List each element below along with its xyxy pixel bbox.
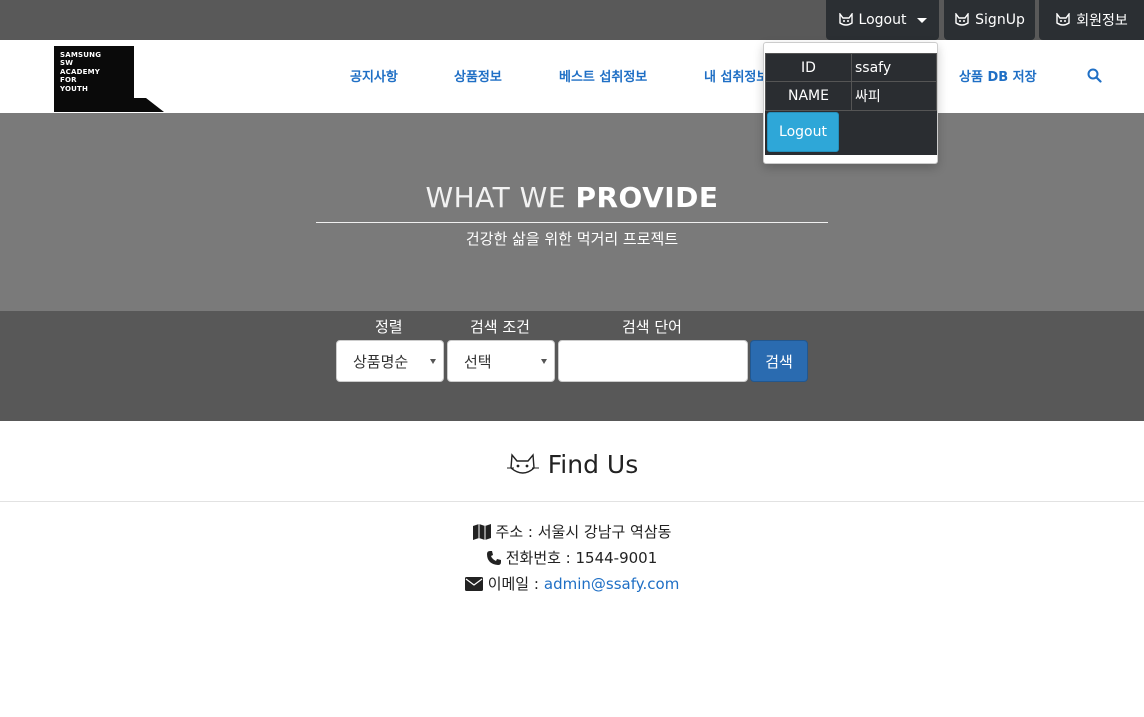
signup-button[interactable]: SignUp: [944, 0, 1035, 40]
name-label-cell: NAME: [765, 81, 852, 111]
search-panel: 정렬 검색 조건 검색 단어 상품명순 선택 검색: [0, 311, 1144, 421]
nav-product-db-save[interactable]: 상품 DB 저장: [959, 66, 1037, 85]
cat-icon: [1056, 13, 1070, 26]
select-arrow-icon: [430, 359, 436, 364]
logo-text: SAMSUNG SW ACADEMY FOR YOUTH: [60, 51, 102, 93]
user-info-table: ID ssafy NAME 싸피 Logout: [765, 53, 937, 155]
phone-line: 전화번호 : 1544-9001: [0, 547, 1144, 568]
keyword-label: 검색 단어: [622, 318, 682, 336]
member-info-button[interactable]: 회원정보: [1039, 0, 1144, 40]
hero-title: WHAT WE PROVIDE: [425, 181, 719, 214]
search-icon[interactable]: [1087, 68, 1102, 83]
dropdown-logout-button[interactable]: Logout: [767, 112, 839, 152]
cat-icon: [506, 452, 539, 474]
condition-select[interactable]: 선택: [447, 340, 555, 382]
phone-icon: [486, 550, 501, 565]
nav-notice[interactable]: 공지사항: [350, 66, 398, 85]
hero-banner: WHAT WE PROVIDE 건강한 삶을 위한 먹거리 프로젝트: [0, 113, 1144, 311]
find-us-divider: [0, 501, 1144, 502]
caret-down-icon: [917, 17, 928, 23]
hero-divider: [316, 222, 828, 223]
cat-icon: [955, 13, 969, 26]
nav-product-info[interactable]: 상품정보: [454, 66, 502, 85]
id-label-cell: ID: [765, 53, 852, 82]
hero-subtitle: 건강한 삶을 위한 먹거리 프로젝트: [465, 230, 679, 248]
search-button[interactable]: 검색: [750, 340, 808, 382]
address-line: 주소 : 서울시 강남구 역삼동: [0, 521, 1144, 542]
user-info-dropdown: ID ssafy NAME 싸피 Logout: [763, 42, 938, 164]
nav-my-intake[interactable]: 내 섭취정보: [704, 66, 768, 85]
ssafy-logo[interactable]: SAMSUNG SW ACADEMY FOR YOUTH: [54, 46, 164, 112]
address-text: 주소 : 서울시 강남구 역삼동: [495, 523, 672, 541]
sort-select-value: 상품명순: [353, 352, 409, 371]
find-us-heading: Find Us: [0, 450, 1144, 479]
select-arrow-icon: [541, 359, 547, 364]
nav-best-intake[interactable]: 베스트 섭취정보: [559, 66, 647, 85]
find-us-title: Find Us: [547, 450, 639, 479]
keyword-input[interactable]: [558, 340, 748, 382]
phone-text: 전화번호 : 1544-9001: [505, 549, 658, 567]
email-label: 이메일 :: [487, 575, 539, 593]
email-line: 이메일 : admin@ssafy.com: [0, 573, 1144, 594]
condition-label: 검색 조건: [470, 318, 530, 336]
sort-select[interactable]: 상품명순: [336, 340, 444, 382]
member-info-label: 회원정보: [1076, 13, 1128, 29]
sort-label: 정렬: [375, 318, 403, 336]
email-link[interactable]: admin@ssafy.com: [544, 575, 679, 593]
name-value-cell: 싸피: [851, 81, 937, 111]
navbar: SAMSUNG SW ACADEMY FOR YOUTH 공지사항 상품정보 베…: [0, 40, 1144, 113]
condition-select-value: 선택: [464, 352, 492, 371]
top-bar: Logout SignUp 회원정보: [0, 0, 1144, 40]
signup-label: SignUp: [975, 12, 1025, 28]
map-icon: [472, 523, 491, 540]
cat-icon: [838, 13, 853, 26]
logout-dropdown-toggle[interactable]: Logout: [826, 0, 939, 40]
id-value-cell: ssafy: [851, 53, 937, 82]
logout-toggle-label: Logout: [858, 12, 907, 28]
envelope-icon: [464, 576, 483, 591]
